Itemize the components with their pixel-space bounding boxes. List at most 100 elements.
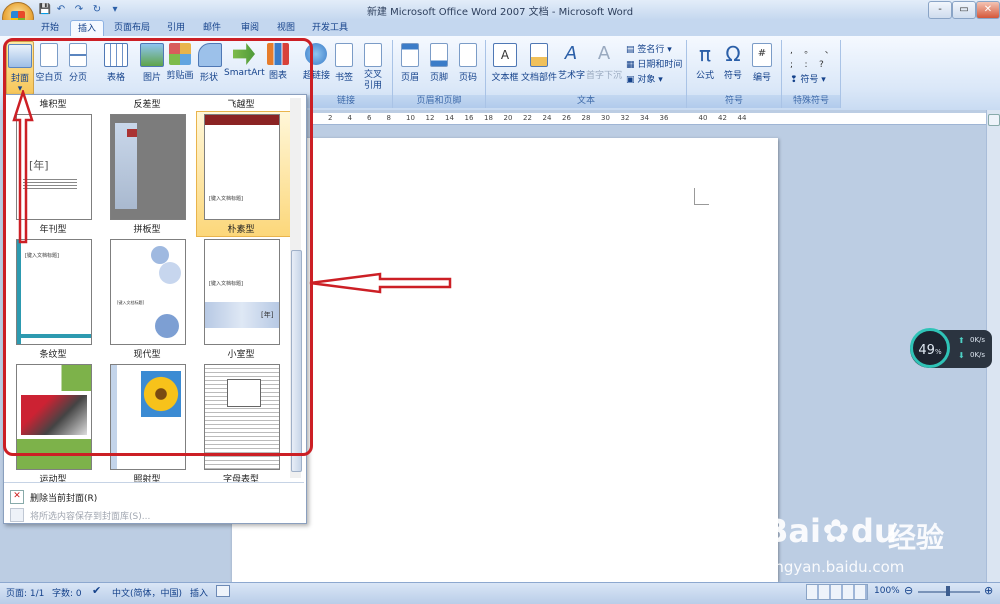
upload-speed: 0K/s [970, 336, 986, 344]
textbox-label: 文本框 [491, 73, 519, 83]
watermark-text: 经验 [888, 521, 945, 554]
undo-icon[interactable]: ↶ [54, 3, 68, 17]
footer-icon [430, 43, 448, 67]
zoom-slider-thumb[interactable] [946, 586, 950, 596]
header-button[interactable]: 页眉 [397, 41, 423, 93]
memory-usage-ring[interactable]: 49% [910, 328, 950, 368]
tab-view[interactable]: 视图 [272, 20, 300, 36]
ruler-number: 22 [523, 114, 532, 122]
upload-arrow-icon: ⬆ [958, 336, 965, 345]
ruler-number: 44 [737, 114, 747, 122]
ruler-number: 34 [640, 114, 649, 122]
equation-label: 公式 [695, 71, 714, 81]
drop-cap-label: 首字下沉 [586, 71, 623, 81]
memory-percent-unit: % [934, 348, 942, 356]
header-footer-group-label: 页眉和页脚 [393, 95, 485, 108]
symbols-group-label: 符号 [687, 95, 781, 108]
ruler-number: 10 [406, 114, 415, 122]
maximize-button[interactable]: ▭ [952, 1, 976, 19]
ruler-number: 40 [698, 114, 708, 122]
bookmark-button[interactable]: 书签 [332, 41, 356, 93]
header-icon [401, 43, 419, 67]
minimize-button[interactable]: - [928, 1, 952, 19]
proofing-icon[interactable]: ✔ [92, 584, 101, 597]
wordart-button[interactable]: A 艺术字 [558, 41, 585, 93]
tab-mailings[interactable]: 邮件 [198, 20, 226, 36]
footer-button[interactable]: 页脚 [426, 41, 452, 93]
delete-cover-icon: ✕ [10, 490, 24, 504]
symbol-label: 符号 [723, 71, 742, 81]
ruler-number: 42 [718, 114, 727, 122]
date-time-button[interactable]: ▦ 日期和时间 [626, 57, 682, 70]
text-group-label: 文本 [486, 95, 686, 108]
tab-developer[interactable]: 开发工具 [308, 20, 352, 36]
zoom-level[interactable]: 100% [874, 586, 900, 596]
tab-references[interactable]: 引用 [162, 20, 190, 36]
more-symbols-button[interactable]: ❢ 符号 ▾ [790, 72, 826, 85]
view-buttons[interactable] [806, 584, 868, 600]
quick-parts-button[interactable]: 文档部件 [521, 41, 557, 93]
special-symbols-group-label: 特殊符号 [782, 95, 840, 108]
wordart-icon: A [564, 43, 578, 64]
insert-mode[interactable]: 插入 [190, 586, 208, 599]
ruler-number: 2 [328, 114, 333, 122]
equation-button[interactable]: π 公式 [692, 41, 718, 93]
bookmark-label: 书签 [334, 73, 353, 83]
header-label: 页眉 [400, 73, 419, 83]
ruler-number: 16 [464, 114, 474, 122]
cross-reference-button[interactable]: 交叉引用 [359, 41, 387, 93]
repeat-icon[interactable]: ↻ [90, 3, 104, 17]
ruler-number: 24 [542, 114, 552, 122]
redo-icon[interactable]: ↷ [72, 3, 86, 17]
tab-insert[interactable]: 插入 [70, 20, 104, 37]
ruler-toggle-icon[interactable] [988, 114, 1000, 126]
object-icon: ▣ [626, 75, 638, 85]
document-page[interactable] [232, 138, 778, 582]
tab-review[interactable]: 审阅 [236, 20, 264, 36]
special-symbols-grid[interactable]: , 。 、; : ? [790, 44, 834, 72]
remove-cover-item[interactable]: 删除当前封面(R) [30, 491, 97, 504]
object-button[interactable]: ▣ 对象 ▾ [626, 72, 663, 85]
memory-percent: 49 [918, 343, 935, 358]
textbox-button[interactable]: A 文本框 [490, 41, 520, 93]
annotation-arrow-horizontal [309, 272, 452, 294]
drop-cap-button[interactable]: A 首字下沉 [586, 41, 622, 93]
symbol-button[interactable]: Ω 符号 [720, 41, 746, 93]
close-button[interactable]: ✕ [976, 1, 1000, 19]
zoom-in-icon[interactable]: ⊕ [984, 584, 993, 597]
cross-reference-icon [364, 43, 382, 67]
numbering-button[interactable]: # 编号 [749, 41, 775, 93]
customize-qat-icon[interactable]: ▾ [108, 3, 122, 17]
ruler-number: 28 [581, 114, 591, 122]
save-icon[interactable]: 💾 [38, 3, 52, 17]
page-count[interactable]: 页面: 1/1 [6, 586, 44, 599]
tab-home[interactable]: 开始 [36, 20, 64, 36]
footer-label: 页脚 [429, 73, 448, 83]
tab-page-layout[interactable]: 页面布局 [110, 20, 154, 36]
signature-icon: ▤ [626, 45, 638, 55]
page-number-label: 页码 [458, 73, 477, 83]
zoom-out-icon[interactable]: ⊖ [904, 584, 913, 597]
watermark-brand: Bai✿du [764, 512, 897, 550]
cross-reference-label: 交叉引用 [363, 70, 382, 91]
ruler-number: 12 [425, 114, 435, 122]
watermark-brand-part1: Bai [764, 512, 821, 550]
ruler-number: 14 [445, 114, 454, 122]
numbering-label: 编号 [752, 73, 771, 83]
word-count[interactable]: 字数: 0 [52, 586, 82, 599]
window-title: 新建 Microsoft Office Word 2007 文档 - Micro… [366, 7, 634, 18]
save-cover-item[interactable]: 将所选内容保存到封面库(S)... [30, 509, 150, 522]
signature-line-button[interactable]: ▤ 签名行 ▾ [626, 42, 672, 55]
ruler-number: 32 [620, 114, 630, 122]
macro-record-icon[interactable] [216, 585, 230, 597]
ruler-number: 26 [562, 114, 571, 122]
annotation-highlight-box [3, 38, 313, 456]
quick-parts-label: 文档部件 [521, 73, 558, 83]
language-indicator[interactable]: 中文(简体，中国) [112, 586, 182, 599]
textbox-icon: A [493, 43, 517, 67]
page-number-button[interactable]: 页码 [455, 41, 481, 93]
horizontal-ruler[interactable]: 2 4 6 8 10 12 14 16 18 20 22 24 26 28 30 32 34 36 40 42 44 [310, 113, 990, 125]
date-time-label: 日期和时间 [637, 60, 683, 70]
gallery-footer: ✕ 删除当前封面(R) 将所选内容保存到封面库(S)... [4, 482, 304, 523]
ruler-number: 30 [601, 114, 610, 122]
